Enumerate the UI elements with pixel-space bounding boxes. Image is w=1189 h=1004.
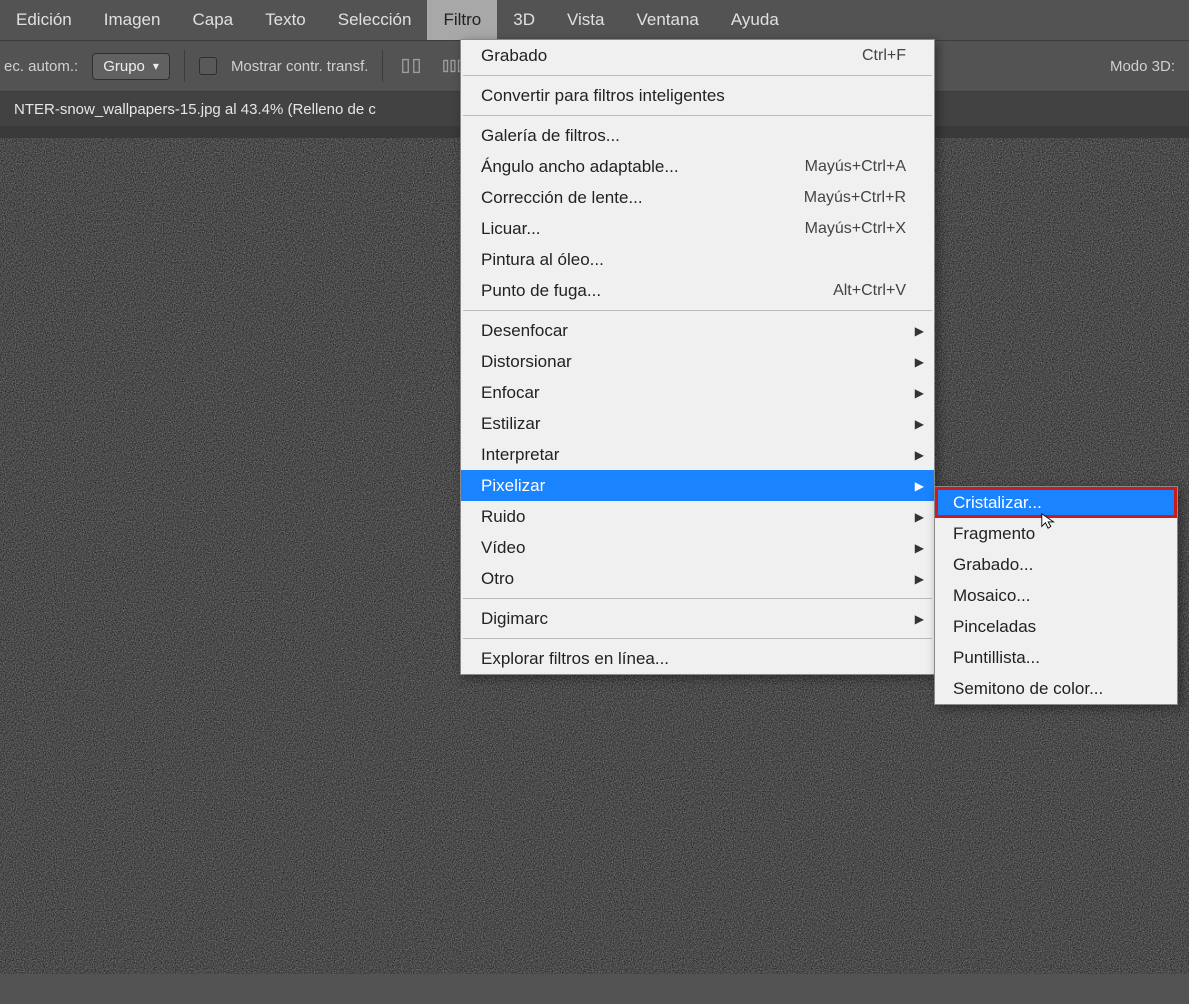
menu-imagen[interactable]: Imagen (88, 0, 177, 40)
menu-separator (463, 598, 932, 599)
submenu-item-color-halftone[interactable]: Semitono de color... (935, 673, 1177, 704)
menu-item-shortcut: Mayús+Ctrl+R (804, 189, 906, 207)
menu-item-label: Ruido (481, 507, 906, 527)
submenu-item-facet[interactable]: Pinceladas (935, 611, 1177, 642)
menu-item-label: Vídeo (481, 538, 906, 558)
menu-separator (463, 310, 932, 311)
menu-item-pixelate[interactable]: Pixelizar ▶ (461, 470, 934, 501)
menu-item-render[interactable]: Interpretar ▶ (461, 439, 934, 470)
submenu-arrow-icon: ▶ (915, 324, 924, 338)
menu-capa[interactable]: Capa (176, 0, 249, 40)
menu-item-label: Interpretar (481, 445, 906, 465)
menu-filtro[interactable]: Filtro (427, 0, 497, 40)
group-select[interactable]: Grupo ▾ (92, 53, 170, 80)
menu-item-video[interactable]: Vídeo ▶ (461, 532, 934, 563)
group-select-label: Grupo (103, 58, 145, 75)
status-bar (0, 974, 1189, 1004)
menu-item-label: Punto de fuga... (481, 281, 833, 301)
menu-item-liquify[interactable]: Licuar...Mayús+Ctrl+X (461, 213, 934, 244)
menu-item-digimarc[interactable]: Digimarc ▶ (461, 603, 934, 634)
menu-item-shortcut: Mayús+Ctrl+X (805, 220, 906, 238)
show-controls-checkbox[interactable] (199, 57, 217, 75)
submenu-item-label: Semitono de color... (953, 679, 1103, 699)
menu-item-label: Galería de filtros... (481, 126, 906, 146)
align-icon[interactable] (397, 52, 425, 80)
submenu-item-fragment[interactable]: Fragmento (935, 518, 1177, 549)
filter-menu-dropdown: Grabado Ctrl+F Convertir para filtros in… (460, 39, 935, 675)
menu-item-convert-smart[interactable]: Convertir para filtros inteligentes (461, 80, 934, 111)
submenu-item-crystallize[interactable]: Cristalizar... (935, 487, 1177, 518)
menu-item-shortcut: Ctrl+F (862, 47, 906, 65)
menu-item-noise[interactable]: Ruido ▶ (461, 501, 934, 532)
menu-item-label: Digimarc (481, 609, 906, 629)
menu-item-shortcut: Mayús+Ctrl+A (805, 158, 906, 176)
submenu-arrow-icon: ▶ (915, 448, 924, 462)
menu-item-label: Explorar filtros en línea... (481, 649, 906, 669)
menu-texto[interactable]: Texto (249, 0, 322, 40)
menubar: Edición Imagen Capa Texto Selección Filt… (0, 0, 1189, 40)
menu-ayuda[interactable]: Ayuda (715, 0, 795, 40)
menu-item-sharpen[interactable]: Enfocar ▶ (461, 377, 934, 408)
menu-edicion[interactable]: Edición (0, 0, 88, 40)
submenu-arrow-icon: ▶ (915, 572, 924, 586)
show-controls-label: Mostrar contr. transf. (231, 58, 369, 75)
menu-separator (463, 115, 932, 116)
menu-item-distort[interactable]: Distorsionar ▶ (461, 346, 934, 377)
submenu-arrow-icon: ▶ (915, 541, 924, 555)
menu-item-lens-correction[interactable]: Corrección de lente...Mayús+Ctrl+R (461, 182, 934, 213)
mode-3d-label: Modo 3D: (1110, 58, 1175, 75)
separator (184, 50, 185, 82)
submenu-item-mosaic[interactable]: Mosaico... (935, 580, 1177, 611)
menu-item-shortcut: Alt+Ctrl+V (833, 282, 906, 300)
menu-item-label: Pintura al óleo... (481, 250, 906, 270)
menu-item-oil-paint[interactable]: Pintura al óleo... (461, 244, 934, 275)
menu-item-label: Distorsionar (481, 352, 906, 372)
menu-seleccion[interactable]: Selección (322, 0, 428, 40)
submenu-item-label: Grabado... (953, 555, 1033, 575)
pixelate-submenu: Cristalizar... Fragmento Grabado... Mosa… (934, 486, 1178, 705)
submenu-arrow-icon: ▶ (915, 417, 924, 431)
submenu-item-mezzotint[interactable]: Grabado... (935, 549, 1177, 580)
menu-item-label: Corrección de lente... (481, 188, 804, 208)
menu-item-stylize[interactable]: Estilizar ▶ (461, 408, 934, 439)
menu-item-label: Estilizar (481, 414, 906, 434)
menu-item-filter-gallery[interactable]: Galería de filtros... (461, 120, 934, 151)
separator (382, 50, 383, 82)
submenu-item-label: Mosaico... (953, 586, 1030, 606)
menu-item-grabado[interactable]: Grabado Ctrl+F (461, 40, 934, 71)
menu-vista[interactable]: Vista (551, 0, 621, 40)
submenu-arrow-icon: ▶ (915, 479, 924, 493)
submenu-item-pointillize[interactable]: Puntillista... (935, 642, 1177, 673)
caret-icon: ▾ (153, 59, 159, 73)
menu-item-label: Licuar... (481, 219, 805, 239)
menu-item-blur[interactable]: Desenfocar ▶ (461, 315, 934, 346)
menu-separator (463, 75, 932, 76)
submenu-item-label: Pinceladas (953, 617, 1036, 637)
submenu-item-label: Puntillista... (953, 648, 1040, 668)
menu-ventana[interactable]: Ventana (620, 0, 714, 40)
menu-item-label: Enfocar (481, 383, 906, 403)
menu-item-label: Grabado (481, 46, 862, 66)
document-tab[interactable]: NTER-snow_wallpapers-15.jpg al 43.4% (Re… (4, 101, 386, 118)
menu-item-label: Pixelizar (481, 476, 906, 496)
menu-item-wide-angle[interactable]: Ángulo ancho adaptable...Mayús+Ctrl+A (461, 151, 934, 182)
submenu-arrow-icon: ▶ (915, 355, 924, 369)
menu-3d[interactable]: 3D (497, 0, 551, 40)
submenu-item-label: Fragmento (953, 524, 1035, 544)
menu-item-other[interactable]: Otro ▶ (461, 563, 934, 594)
menu-item-label: Convertir para filtros inteligentes (481, 86, 906, 106)
submenu-arrow-icon: ▶ (915, 386, 924, 400)
submenu-arrow-icon: ▶ (915, 510, 924, 524)
menu-item-vanishing-point[interactable]: Punto de fuga...Alt+Ctrl+V (461, 275, 934, 306)
menu-item-label: Desenfocar (481, 321, 906, 341)
menu-item-browse-online[interactable]: Explorar filtros en línea... (461, 643, 934, 674)
submenu-arrow-icon: ▶ (915, 612, 924, 626)
menu-separator (463, 638, 932, 639)
menu-item-label: Otro (481, 569, 906, 589)
submenu-item-label: Cristalizar... (953, 493, 1042, 513)
auto-select-label: ec. autom.: (4, 58, 78, 75)
menu-item-label: Ángulo ancho adaptable... (481, 157, 805, 177)
